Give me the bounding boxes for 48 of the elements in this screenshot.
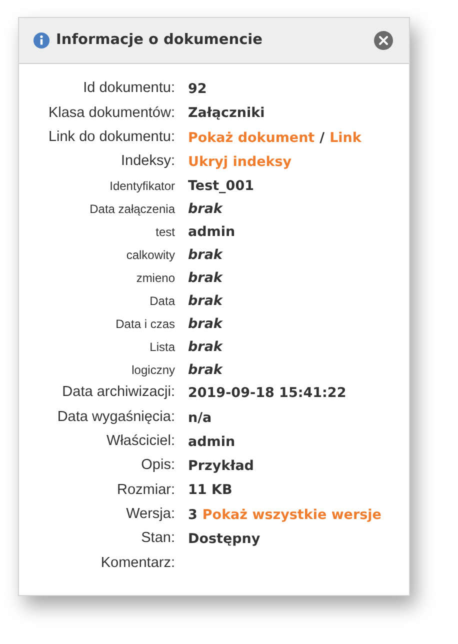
link[interactable]: Pokaż dokument xyxy=(188,128,315,148)
field-label: Rozmiar: xyxy=(116,480,175,500)
dialog-title: Informacje o dokumencie xyxy=(56,30,264,50)
field-label: Link do dokumentu: xyxy=(47,128,175,147)
field-label: zmieno xyxy=(135,270,175,287)
field-value: Test_001 xyxy=(188,176,254,196)
field-label: Stan: xyxy=(140,529,175,548)
field-value: admin xyxy=(188,432,236,452)
close-icon xyxy=(379,36,388,45)
field-label: Id dokumentu: xyxy=(82,79,175,98)
field-value: Dostępny xyxy=(188,530,260,549)
link[interactable]: Ukryj indeksy xyxy=(188,152,292,172)
field-label: Wersja: xyxy=(125,504,175,524)
field-label: Opis: xyxy=(140,456,175,476)
field-value: brak xyxy=(188,268,222,288)
info-icon xyxy=(33,32,50,49)
field-value: 2019-09-18 15:41:22 xyxy=(188,384,346,404)
field-label: Właściciel: xyxy=(106,432,175,452)
field-value: brak xyxy=(188,360,222,380)
field-value: admin xyxy=(188,222,236,242)
field-label: Data archiwizacji: xyxy=(61,383,175,402)
field-label: Lista xyxy=(148,338,175,356)
field-value: / xyxy=(320,128,325,148)
field-label: Data xyxy=(148,292,175,310)
field-value: Przykład xyxy=(188,457,254,476)
field-value: brak xyxy=(188,292,222,311)
close-button[interactable] xyxy=(374,31,393,50)
field-label: test xyxy=(154,224,175,241)
field-value: 3 xyxy=(188,506,198,525)
field-label: calkowity xyxy=(125,246,175,264)
field-label: Data załączenia xyxy=(88,200,175,218)
field-value: 92 xyxy=(188,80,207,100)
field-value: brak xyxy=(188,246,222,265)
field-label: Komentarz: xyxy=(100,554,175,573)
field-label: Data i czas xyxy=(114,316,175,333)
field-label: Data wygaśnięcia: xyxy=(56,408,175,427)
field-label: Identyfikator xyxy=(108,178,175,195)
field-value: n/a xyxy=(188,408,212,428)
field-label: logiczny xyxy=(130,362,175,379)
field-value: Załączniki xyxy=(188,104,265,124)
field-value: brak xyxy=(188,314,222,334)
field-value: 11 KB xyxy=(188,481,232,500)
link[interactable]: Link xyxy=(330,128,362,148)
field-value: brak xyxy=(188,338,222,357)
field-label: Klasa dokumentów: xyxy=(47,104,175,123)
field-value: brak xyxy=(188,200,222,219)
field-label: Indeksy: xyxy=(120,152,175,172)
link[interactable]: Pokaż wszystkie wersje xyxy=(202,504,382,525)
